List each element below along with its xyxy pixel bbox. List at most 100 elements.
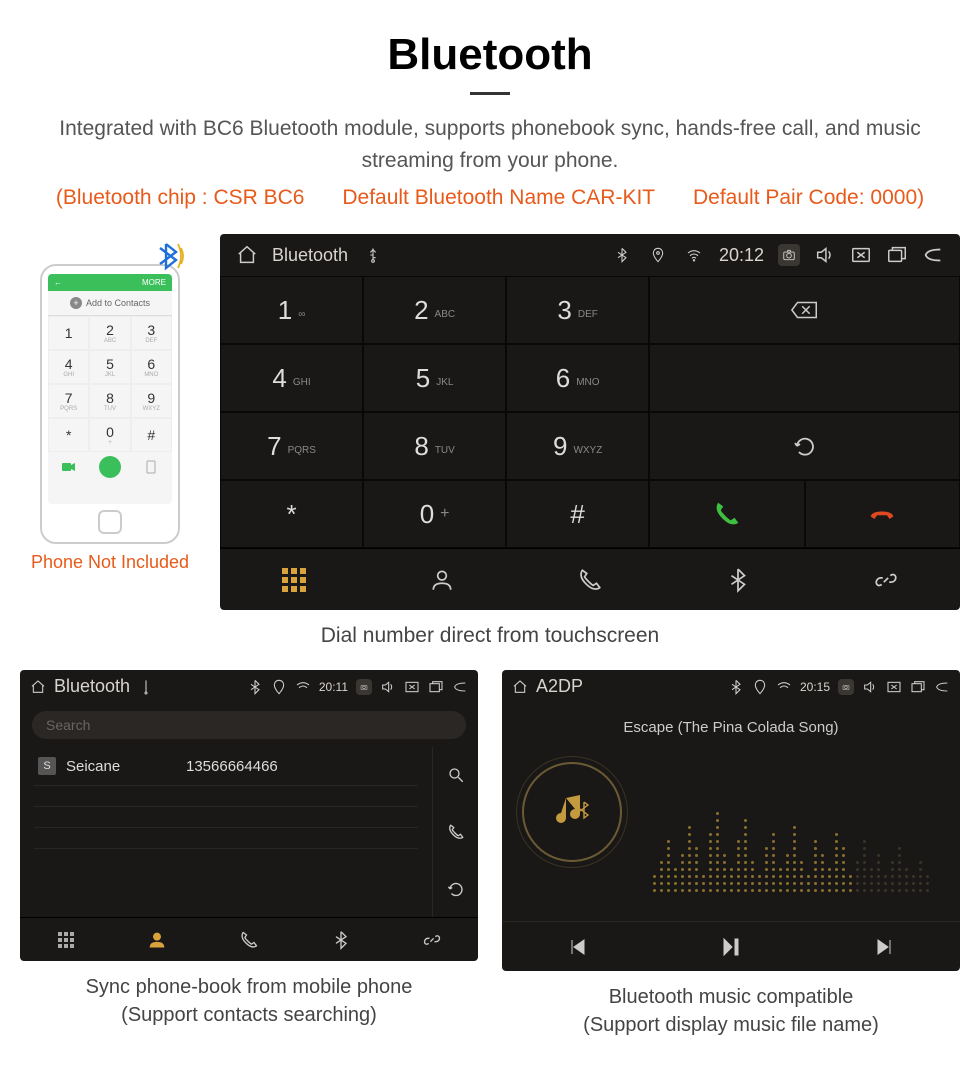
music-device: A2DP 20:15 Escape (The Pina Colada Song)	[502, 670, 960, 971]
recent-apps-icon[interactable]	[886, 244, 908, 266]
redial-button[interactable]	[649, 412, 960, 480]
wifi-icon	[776, 679, 792, 695]
phone-key: 4GHI	[48, 350, 89, 384]
dialer-caption: Dial number direct from touchscreen	[20, 624, 960, 648]
phone-mock-column: ←MORE Add to Contacts 12ABC3DEF4GHI5JKL6…	[20, 264, 200, 573]
volume-icon[interactable]	[862, 679, 878, 695]
close-screen-icon[interactable]	[850, 244, 872, 266]
sync-icon[interactable]	[433, 860, 478, 917]
dialer-key-#[interactable]: #	[506, 480, 649, 548]
nav-pair-button[interactable]	[386, 918, 478, 961]
spec-chip: (Bluetooth chip : CSR BC6	[56, 186, 305, 209]
nav-keypad-button[interactable]	[220, 549, 368, 610]
phone-key: 5JKL	[89, 350, 130, 384]
wifi-icon	[295, 679, 311, 695]
contact-row-empty	[34, 807, 418, 828]
phone-key: 0+	[89, 418, 130, 452]
contacts-caption: Sync phone-book from mobile phone(Suppor…	[20, 973, 478, 1029]
nav-bluetooth-button[interactable]	[664, 549, 812, 610]
app-title: A2DP	[536, 676, 583, 697]
home-icon[interactable]	[236, 244, 258, 266]
title-underline	[470, 92, 510, 95]
wifi-icon	[683, 244, 705, 266]
back-icon[interactable]	[934, 679, 950, 695]
contact-row-empty	[34, 828, 418, 849]
phone-contact-icon	[131, 452, 172, 482]
phone-video-icon	[48, 452, 89, 482]
home-icon[interactable]	[30, 679, 46, 695]
usb-icon	[362, 244, 384, 266]
track-title: Escape (The Pina Colada Song)	[502, 719, 960, 736]
description-text: Integrated with BC6 Bluetooth module, su…	[50, 113, 930, 176]
location-icon	[647, 244, 669, 266]
dialer-key-3[interactable]: 3DEF	[506, 276, 649, 344]
back-icon[interactable]	[922, 244, 944, 266]
contact-row-empty	[34, 786, 418, 807]
dialer-key-4[interactable]: 4GHI	[220, 344, 363, 412]
phone-key: 3DEF	[131, 316, 172, 350]
add-to-contacts: Add to Contacts	[48, 291, 172, 316]
contact-row[interactable]: S Seicane 13566664466	[34, 747, 418, 786]
bluetooth-icon	[728, 679, 744, 695]
dialer-key-6[interactable]: 6MNO	[506, 344, 649, 412]
location-icon	[752, 679, 768, 695]
phone-not-included-label: Phone Not Included	[20, 552, 200, 573]
bluetooth-signal-icon	[148, 236, 188, 281]
bluetooth-icon	[247, 679, 263, 695]
camera-icon[interactable]	[778, 244, 800, 266]
play-pause-button[interactable]	[655, 922, 808, 971]
backspace-button[interactable]	[649, 276, 960, 344]
phone-key: 1	[48, 316, 89, 350]
search-input[interactable]: Search	[32, 711, 466, 739]
phone-key: 2ABC	[89, 316, 130, 350]
home-icon[interactable]	[512, 679, 528, 695]
phone-key: #	[131, 418, 172, 452]
hangup-button[interactable]	[805, 480, 960, 548]
app-title: Bluetooth	[54, 676, 130, 697]
dialer-key-8[interactable]: 8TUV	[363, 412, 506, 480]
call-icon[interactable]	[433, 804, 478, 861]
dialer-key-*[interactable]: *	[220, 480, 363, 548]
search-icon[interactable]	[433, 747, 478, 804]
recent-apps-icon[interactable]	[428, 679, 444, 695]
next-track-button[interactable]	[807, 922, 960, 971]
phone-key: 9WXYZ	[131, 384, 172, 418]
dialer-key-5[interactable]: 5JKL	[363, 344, 506, 412]
camera-icon[interactable]	[356, 679, 372, 695]
recent-apps-icon[interactable]	[910, 679, 926, 695]
dialer-key-7[interactable]: 7PQRS	[220, 412, 363, 480]
app-title: Bluetooth	[272, 245, 348, 266]
phone-key: 6MNO	[131, 350, 172, 384]
volume-icon[interactable]	[380, 679, 396, 695]
location-icon	[271, 679, 287, 695]
empty-cell	[649, 344, 960, 412]
nav-bluetooth-button[interactable]	[295, 918, 387, 961]
dialer-key-9[interactable]: 9WXYZ	[506, 412, 649, 480]
spec-name: Default Bluetooth Name CAR-KIT	[342, 186, 655, 209]
prev-track-button[interactable]	[502, 922, 655, 971]
contact-badge: S	[38, 757, 56, 775]
close-screen-icon[interactable]	[404, 679, 420, 695]
spec-line: (Bluetooth chip : CSR BC6 Default Blueto…	[20, 186, 960, 210]
back-icon[interactable]	[452, 679, 468, 695]
nav-keypad-button[interactable]	[20, 918, 112, 961]
nav-contacts-button[interactable]	[112, 918, 204, 961]
close-screen-icon[interactable]	[886, 679, 902, 695]
dialer-key-0[interactable]: 0+	[363, 480, 506, 548]
status-time: 20:15	[800, 680, 830, 694]
album-art	[522, 762, 622, 862]
phone-key: 8TUV	[89, 384, 130, 418]
nav-history-button[interactable]	[203, 918, 295, 961]
camera-icon[interactable]	[838, 679, 854, 695]
spec-code: Default Pair Code: 0000)	[693, 186, 924, 209]
nav-history-button[interactable]	[516, 549, 664, 610]
nav-contacts-button[interactable]	[368, 549, 516, 610]
contact-number: 13566664466	[186, 758, 278, 775]
phone-key: *	[48, 418, 89, 452]
volume-icon[interactable]	[814, 244, 836, 266]
dialer-key-2[interactable]: 2ABC	[363, 276, 506, 344]
phone-key: 7PQRS	[48, 384, 89, 418]
nav-pair-button[interactable]	[812, 549, 960, 610]
dialer-key-1[interactable]: 1∞	[220, 276, 363, 344]
call-button[interactable]	[649, 480, 804, 548]
